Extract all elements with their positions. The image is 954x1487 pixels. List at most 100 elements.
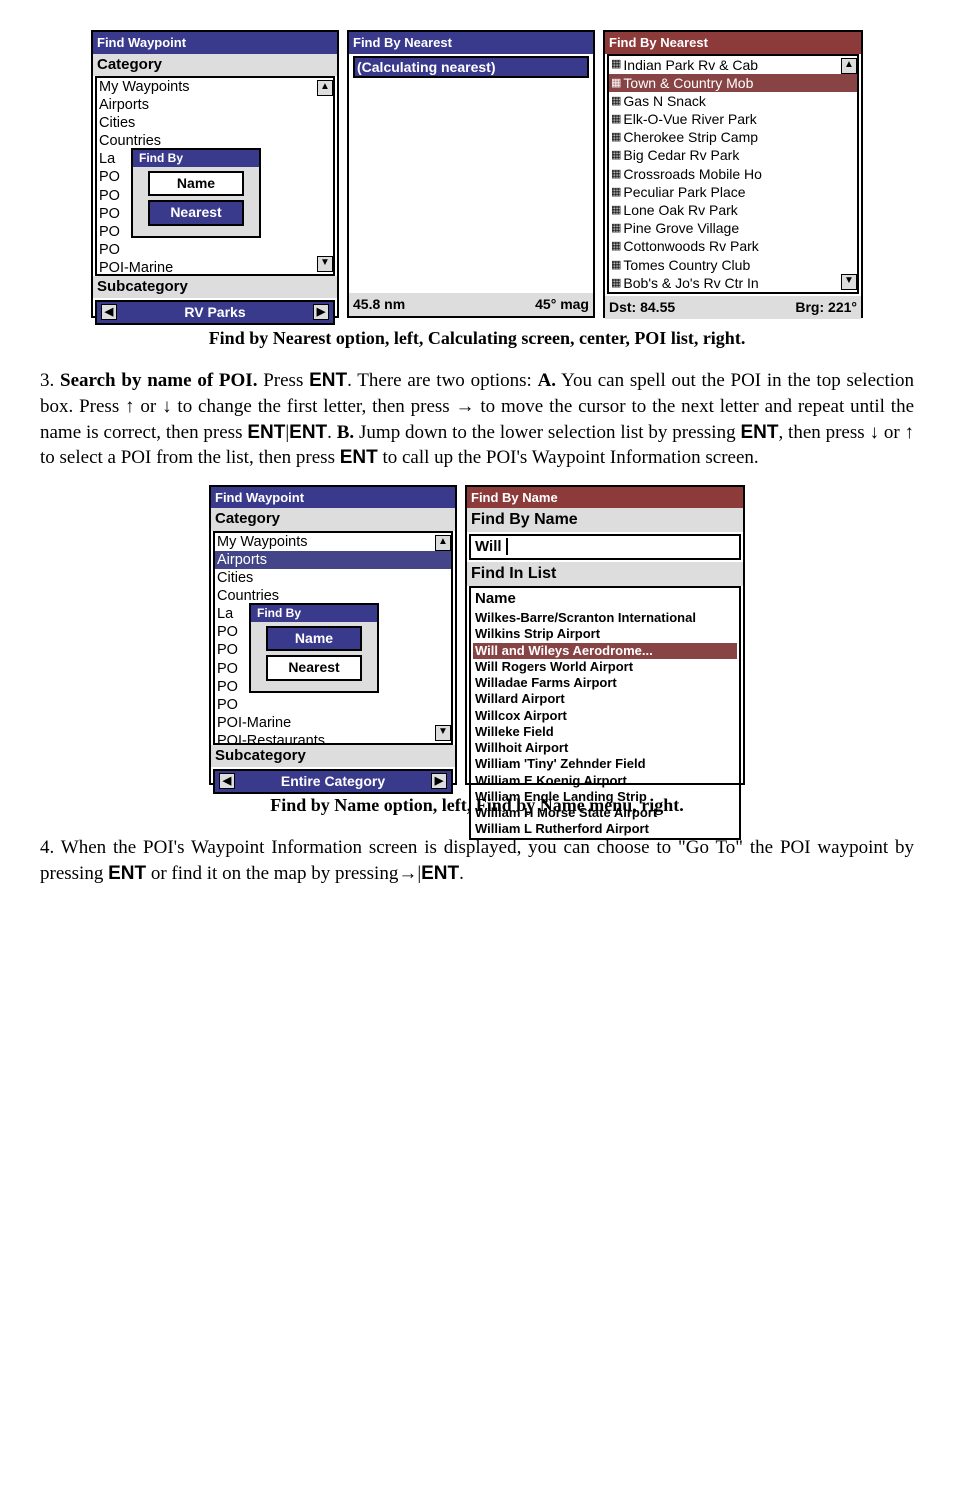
figure-2: Find Waypoint Category ▲ ▼ My Waypoints … bbox=[40, 485, 914, 785]
poi-item[interactable]: Elk-O-Vue River Park bbox=[623, 110, 756, 128]
scroll-up-icon[interactable]: ▲ bbox=[435, 535, 451, 551]
poi-icon: ▦ bbox=[611, 276, 621, 290]
find-by-name-header: Find By Name bbox=[467, 508, 743, 532]
find-in-list-header: Find In List bbox=[467, 562, 743, 586]
subcategory-label: Subcategory bbox=[211, 745, 455, 767]
name-item[interactable]: Wilkes-Barre/Scranton International bbox=[473, 610, 737, 626]
find-by-popup: Find By Name Nearest bbox=[131, 148, 261, 238]
poi-icon: ▦ bbox=[611, 57, 621, 71]
list-item[interactable]: Cities bbox=[97, 114, 333, 132]
nearest-button[interactable]: Nearest bbox=[148, 200, 244, 226]
name-item[interactable]: Willhoit Airport bbox=[473, 740, 737, 756]
panel-title: Find By Name bbox=[467, 487, 743, 509]
name-item[interactable]: William 'Tiny' Zehnder Field bbox=[473, 756, 737, 772]
category-listbox[interactable]: ▲ ▼ My Waypoints Airports Cities Countri… bbox=[213, 531, 453, 745]
panel-title: Find Waypoint bbox=[211, 487, 455, 509]
panel-find-waypoint-2: Find Waypoint Category ▲ ▼ My Waypoints … bbox=[209, 485, 457, 785]
status-bar: Dst: 84.55 Brg: 221° bbox=[605, 296, 861, 319]
poi-item[interactable]: Indian Park Rv & Cab bbox=[623, 56, 758, 74]
poi-listbox[interactable]: ▲ ▼ ▦Indian Park Rv & Cab ▦Town & Countr… bbox=[607, 54, 859, 294]
chevron-left-icon[interactable]: ◀ bbox=[219, 773, 235, 789]
poi-item[interactable]: Cottonwoods Rv Park bbox=[623, 237, 758, 255]
poi-item[interactable]: Crossroads Mobile Ho bbox=[623, 165, 762, 183]
poi-item[interactable]: Pine Grove Village bbox=[623, 219, 739, 237]
name-input[interactable]: Will bbox=[469, 534, 741, 560]
category-label: Category bbox=[211, 508, 455, 530]
name-button[interactable]: Name bbox=[148, 171, 244, 197]
status-bar: 45.8 nm 45° mag bbox=[349, 293, 593, 316]
chevron-left-icon[interactable]: ◀ bbox=[101, 304, 117, 320]
figure-1-caption: Find by Nearest option, left, Calculatin… bbox=[40, 326, 914, 350]
poi-item[interactable]: Gas N Snack bbox=[623, 92, 705, 110]
category-listbox[interactable]: ▲ ▼ My Waypoints Airports Cities Countri… bbox=[95, 76, 335, 276]
popup-title: Find By bbox=[251, 605, 377, 622]
panel-poi-list: Find By Nearest ▲ ▼ ▦Indian Park Rv & Ca… bbox=[603, 30, 863, 318]
distance-value: Dst: 84.55 bbox=[609, 298, 675, 317]
scroll-down-icon[interactable]: ▼ bbox=[317, 256, 333, 272]
panel-title: Find By Nearest bbox=[605, 32, 861, 54]
name-item[interactable]: Willeke Field bbox=[473, 724, 737, 740]
subcategory-value: RV Parks bbox=[184, 303, 245, 322]
name-item[interactable]: Willadae Farms Airport bbox=[473, 675, 737, 691]
poi-item[interactable]: Tomes Country Club bbox=[623, 256, 750, 274]
list-item[interactable]: Airports bbox=[215, 551, 451, 569]
list-item[interactable]: Airports bbox=[97, 96, 333, 114]
chevron-right-icon[interactable]: ▶ bbox=[313, 304, 329, 320]
list-item[interactable]: My Waypoints bbox=[215, 533, 451, 551]
subcategory-selector[interactable]: ◀ Entire Category ▶ bbox=[213, 769, 453, 794]
poi-icon: ▦ bbox=[611, 148, 621, 162]
chevron-right-icon[interactable]: ▶ bbox=[431, 773, 447, 789]
nearest-button[interactable]: Nearest bbox=[266, 655, 362, 681]
poi-icon: ▦ bbox=[611, 239, 621, 253]
name-button[interactable]: Name bbox=[266, 626, 362, 652]
poi-icon: ▦ bbox=[611, 167, 621, 181]
panel-title: Find By Nearest bbox=[349, 32, 593, 54]
poi-icon: ▦ bbox=[611, 76, 621, 90]
name-item[interactable]: William E Koenig Airport bbox=[473, 773, 737, 789]
name-item[interactable]: Wilkins Strip Airport bbox=[473, 626, 737, 642]
list-item[interactable]: PO bbox=[215, 696, 451, 714]
scroll-up-icon[interactable]: ▲ bbox=[841, 58, 857, 74]
find-by-popup: Find By Name Nearest bbox=[249, 603, 379, 693]
poi-item[interactable]: Lone Oak Rv Park bbox=[623, 201, 737, 219]
poi-icon: ▦ bbox=[611, 94, 621, 108]
poi-icon: ▦ bbox=[611, 221, 621, 235]
list-item[interactable]: Cities bbox=[215, 569, 451, 587]
list-item[interactable]: POI-Marine bbox=[97, 259, 333, 276]
name-listbox[interactable]: Name Wilkes-Barre/Scranton International… bbox=[469, 586, 741, 840]
poi-item[interactable]: Bob's & Jo's Rv Ctr In bbox=[623, 274, 758, 292]
poi-icon: ▦ bbox=[611, 185, 621, 199]
scroll-up-icon[interactable]: ▲ bbox=[317, 80, 333, 96]
calculating-status: (Calculating nearest) bbox=[353, 56, 589, 79]
poi-item[interactable]: Peculiar Park Place bbox=[623, 183, 745, 201]
name-item[interactable]: William L Rutherford Airport bbox=[473, 821, 737, 837]
name-item[interactable]: William Engle Landing Strip bbox=[473, 789, 737, 805]
popup-title: Find By bbox=[133, 150, 259, 167]
scroll-down-icon[interactable]: ▼ bbox=[841, 274, 857, 290]
scroll-down-icon[interactable]: ▼ bbox=[435, 725, 451, 741]
category-label: Category bbox=[93, 54, 337, 76]
poi-icon: ▦ bbox=[611, 112, 621, 126]
distance-value: 45.8 nm bbox=[353, 295, 405, 314]
list-item[interactable]: POI-Marine bbox=[215, 714, 451, 732]
instruction-step-4: 4. When the POI's Waypoint Information s… bbox=[40, 835, 914, 886]
list-item[interactable]: PO bbox=[97, 241, 333, 259]
figure-1: Find Waypoint Category ▲ ▼ My Waypoints … bbox=[40, 30, 914, 318]
panel-find-by-name: Find By Name Find By Name Will Find In L… bbox=[465, 485, 745, 785]
poi-item[interactable]: Cherokee Strip Camp bbox=[623, 128, 758, 146]
poi-item[interactable]: Town & Country Mob bbox=[623, 74, 753, 92]
name-item[interactable]: Willcox Airport bbox=[473, 708, 737, 724]
subcategory-selector[interactable]: ◀ RV Parks ▶ bbox=[95, 300, 335, 325]
name-item[interactable]: Will and Wileys Aerodrome... bbox=[473, 643, 737, 659]
name-item[interactable]: Will Rogers World Airport bbox=[473, 659, 737, 675]
instruction-step-3: 3. Search by name of POI. Press ENT. The… bbox=[40, 368, 914, 471]
name-item[interactable]: Willard Airport bbox=[473, 691, 737, 707]
bearing-value: Brg: 221° bbox=[795, 298, 857, 317]
list-item[interactable]: My Waypoints bbox=[97, 78, 333, 96]
poi-item[interactable]: Big Cedar Rv Park bbox=[623, 146, 739, 164]
name-item[interactable]: William H Morse State Airport bbox=[473, 805, 737, 821]
bearing-value: 45° mag bbox=[535, 295, 589, 314]
subcategory-value: Entire Category bbox=[281, 772, 385, 791]
list-item[interactable]: POI-Restaurants bbox=[215, 732, 451, 745]
panel-title: Find Waypoint bbox=[93, 32, 337, 54]
